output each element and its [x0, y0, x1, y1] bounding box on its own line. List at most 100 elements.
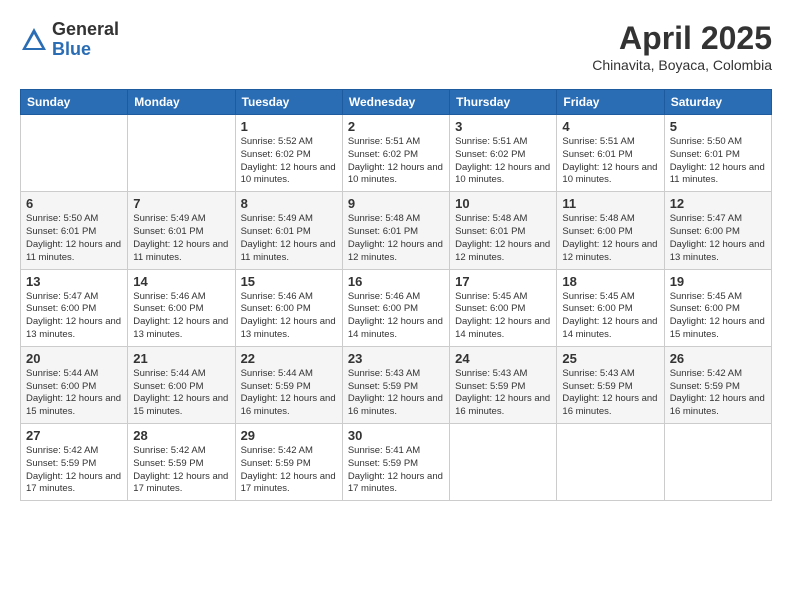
logo-text: General Blue — [52, 20, 119, 60]
calendar-cell: 7 Sunrise: 5:49 AM Sunset: 6:01 PM Daylig… — [128, 192, 235, 269]
day-number: 20 — [26, 351, 122, 366]
calendar-cell: 16 Sunrise: 5:46 AM Sunset: 6:00 PM Dayli… — [342, 269, 449, 346]
day-info: Sunrise: 5:42 AM Sunset: 5:59 PM Dayligh… — [241, 445, 337, 496]
calendar-cell: 6 Sunrise: 5:50 AM Sunset: 6:01 PM Daylig… — [21, 192, 128, 269]
day-number: 10 — [455, 196, 551, 211]
day-info: Sunrise: 5:47 AM Sunset: 6:00 PM Dayligh… — [670, 213, 766, 264]
calendar-cell: 27 Sunrise: 5:42 AM Sunset: 5:59 PM Dayli… — [21, 424, 128, 501]
calendar-cell: 11 Sunrise: 5:48 AM Sunset: 6:00 PM Dayli… — [557, 192, 664, 269]
day-info: Sunrise: 5:52 AM Sunset: 6:02 PM Dayligh… — [241, 136, 337, 187]
day-number: 27 — [26, 428, 122, 443]
calendar-cell: 21 Sunrise: 5:44 AM Sunset: 6:00 PM Dayli… — [128, 346, 235, 423]
calendar-week-row: 20 Sunrise: 5:44 AM Sunset: 6:00 PM Dayli… — [21, 346, 772, 423]
calendar-cell: 4 Sunrise: 5:51 AM Sunset: 6:01 PM Daylig… — [557, 115, 664, 192]
title-block: April 2025 Chinavita, Boyaca, Colombia — [592, 20, 772, 73]
calendar-cell: 30 Sunrise: 5:41 AM Sunset: 5:59 PM Dayli… — [342, 424, 449, 501]
day-info: Sunrise: 5:44 AM Sunset: 6:00 PM Dayligh… — [133, 368, 229, 419]
day-number: 11 — [562, 196, 658, 211]
calendar-cell — [21, 115, 128, 192]
day-of-week-header: Wednesday — [342, 90, 449, 115]
day-of-week-header: Saturday — [664, 90, 771, 115]
day-info: Sunrise: 5:42 AM Sunset: 5:59 PM Dayligh… — [26, 445, 122, 496]
logo-blue-text: Blue — [52, 40, 119, 60]
day-info: Sunrise: 5:42 AM Sunset: 5:59 PM Dayligh… — [670, 368, 766, 419]
page-header: General Blue April 2025 Chinavita, Boyac… — [20, 20, 772, 73]
day-info: Sunrise: 5:44 AM Sunset: 6:00 PM Dayligh… — [26, 368, 122, 419]
day-number: 26 — [670, 351, 766, 366]
day-number: 29 — [241, 428, 337, 443]
calendar-cell: 18Sunrise: 5:45 AM Sunset: 6:00 PM Dayli… — [557, 269, 664, 346]
day-number: 23 — [348, 351, 444, 366]
logo-icon — [20, 26, 48, 54]
day-info: Sunrise: 5:48 AM Sunset: 6:00 PM Dayligh… — [562, 213, 658, 264]
calendar-cell: 1 Sunrise: 5:52 AM Sunset: 6:02 PM Daylig… — [235, 115, 342, 192]
day-of-week-header: Thursday — [450, 90, 557, 115]
day-number: 24 — [455, 351, 551, 366]
day-number: 13 — [26, 274, 122, 289]
calendar-header-row: SundayMondayTuesdayWednesdayThursdayFrid… — [21, 90, 772, 115]
calendar-cell: 2 Sunrise: 5:51 AM Sunset: 6:02 PM Daylig… — [342, 115, 449, 192]
calendar-cell: 8Sunrise: 5:49 AM Sunset: 6:01 PM Daylig… — [235, 192, 342, 269]
day-info: Sunrise: 5:48 AM Sunset: 6:01 PM Dayligh… — [348, 213, 444, 264]
day-info: Sunrise: 5:50 AM Sunset: 6:01 PM Dayligh… — [26, 213, 122, 264]
calendar-week-row: 6 Sunrise: 5:50 AM Sunset: 6:01 PM Daylig… — [21, 192, 772, 269]
day-number: 6 — [26, 196, 122, 211]
calendar-cell: 5Sunrise: 5:50 AM Sunset: 6:01 PM Daylig… — [664, 115, 771, 192]
day-number: 25 — [562, 351, 658, 366]
calendar-cell: 17 Sunrise: 5:45 AM Sunset: 6:00 PM Dayli… — [450, 269, 557, 346]
location: Chinavita, Boyaca, Colombia — [592, 57, 772, 73]
calendar-cell: 12 Sunrise: 5:47 AM Sunset: 6:00 PM Dayli… — [664, 192, 771, 269]
day-number: 2 — [348, 119, 444, 134]
calendar-cell: 20 Sunrise: 5:44 AM Sunset: 6:00 PM Dayli… — [21, 346, 128, 423]
day-info: Sunrise: 5:46 AM Sunset: 6:00 PM Dayligh… — [133, 291, 229, 342]
day-number: 22 — [241, 351, 337, 366]
day-number: 12 — [670, 196, 766, 211]
day-number: 30 — [348, 428, 444, 443]
day-info: Sunrise: 5:44 AM Sunset: 5:59 PM Dayligh… — [241, 368, 337, 419]
day-number: 1 — [241, 119, 337, 134]
day-info: Sunrise: 5:51 AM Sunset: 6:01 PM Dayligh… — [562, 136, 658, 187]
day-of-week-header: Friday — [557, 90, 664, 115]
day-info: Sunrise: 5:49 AM Sunset: 6:01 PM Dayligh… — [133, 213, 229, 264]
day-number: 4 — [562, 119, 658, 134]
day-info: Sunrise: 5:51 AM Sunset: 6:02 PM Dayligh… — [348, 136, 444, 187]
day-info: Sunrise: 5:46 AM Sunset: 6:00 PM Dayligh… — [348, 291, 444, 342]
day-number: 16 — [348, 274, 444, 289]
day-info: Sunrise: 5:46 AM Sunset: 6:00 PM Dayligh… — [241, 291, 337, 342]
calendar-cell: 19Sunrise: 5:45 AM Sunset: 6:00 PM Dayli… — [664, 269, 771, 346]
calendar-cell: 14Sunrise: 5:46 AM Sunset: 6:00 PM Dayli… — [128, 269, 235, 346]
calendar-cell — [664, 424, 771, 501]
day-number: 17 — [455, 274, 551, 289]
day-number: 28 — [133, 428, 229, 443]
calendar-cell: 25 Sunrise: 5:43 AM Sunset: 5:59 PM Dayli… — [557, 346, 664, 423]
day-info: Sunrise: 5:45 AM Sunset: 6:00 PM Dayligh… — [670, 291, 766, 342]
logo-general-text: General — [52, 20, 119, 40]
day-info: Sunrise: 5:41 AM Sunset: 5:59 PM Dayligh… — [348, 445, 444, 496]
calendar-week-row: 13 Sunrise: 5:47 AM Sunset: 6:00 PM Dayli… — [21, 269, 772, 346]
calendar-cell — [450, 424, 557, 501]
day-number: 18 — [562, 274, 658, 289]
day-info: Sunrise: 5:43 AM Sunset: 5:59 PM Dayligh… — [348, 368, 444, 419]
day-of-week-header: Monday — [128, 90, 235, 115]
day-number: 7 — [133, 196, 229, 211]
month-year: April 2025 — [592, 20, 772, 57]
day-number: 3 — [455, 119, 551, 134]
calendar-cell: 3Sunrise: 5:51 AM Sunset: 6:02 PM Daylig… — [450, 115, 557, 192]
calendar-week-row: 27 Sunrise: 5:42 AM Sunset: 5:59 PM Dayli… — [21, 424, 772, 501]
calendar-cell: 29 Sunrise: 5:42 AM Sunset: 5:59 PM Dayli… — [235, 424, 342, 501]
calendar-cell: 22 Sunrise: 5:44 AM Sunset: 5:59 PM Dayli… — [235, 346, 342, 423]
day-info: Sunrise: 5:43 AM Sunset: 5:59 PM Dayligh… — [562, 368, 658, 419]
day-info: Sunrise: 5:49 AM Sunset: 6:01 PM Dayligh… — [241, 213, 337, 264]
day-of-week-header: Tuesday — [235, 90, 342, 115]
calendar-cell: 10Sunrise: 5:48 AM Sunset: 6:01 PM Dayli… — [450, 192, 557, 269]
calendar-cell: 15Sunrise: 5:46 AM Sunset: 6:00 PM Dayli… — [235, 269, 342, 346]
calendar-cell — [128, 115, 235, 192]
calendar-cell: 9Sunrise: 5:48 AM Sunset: 6:01 PM Daylig… — [342, 192, 449, 269]
day-info: Sunrise: 5:45 AM Sunset: 6:00 PM Dayligh… — [455, 291, 551, 342]
day-of-week-header: Sunday — [21, 90, 128, 115]
day-number: 21 — [133, 351, 229, 366]
day-info: Sunrise: 5:42 AM Sunset: 5:59 PM Dayligh… — [133, 445, 229, 496]
day-info: Sunrise: 5:50 AM Sunset: 6:01 PM Dayligh… — [670, 136, 766, 187]
day-info: Sunrise: 5:47 AM Sunset: 6:00 PM Dayligh… — [26, 291, 122, 342]
calendar-cell: 13 Sunrise: 5:47 AM Sunset: 6:00 PM Dayli… — [21, 269, 128, 346]
